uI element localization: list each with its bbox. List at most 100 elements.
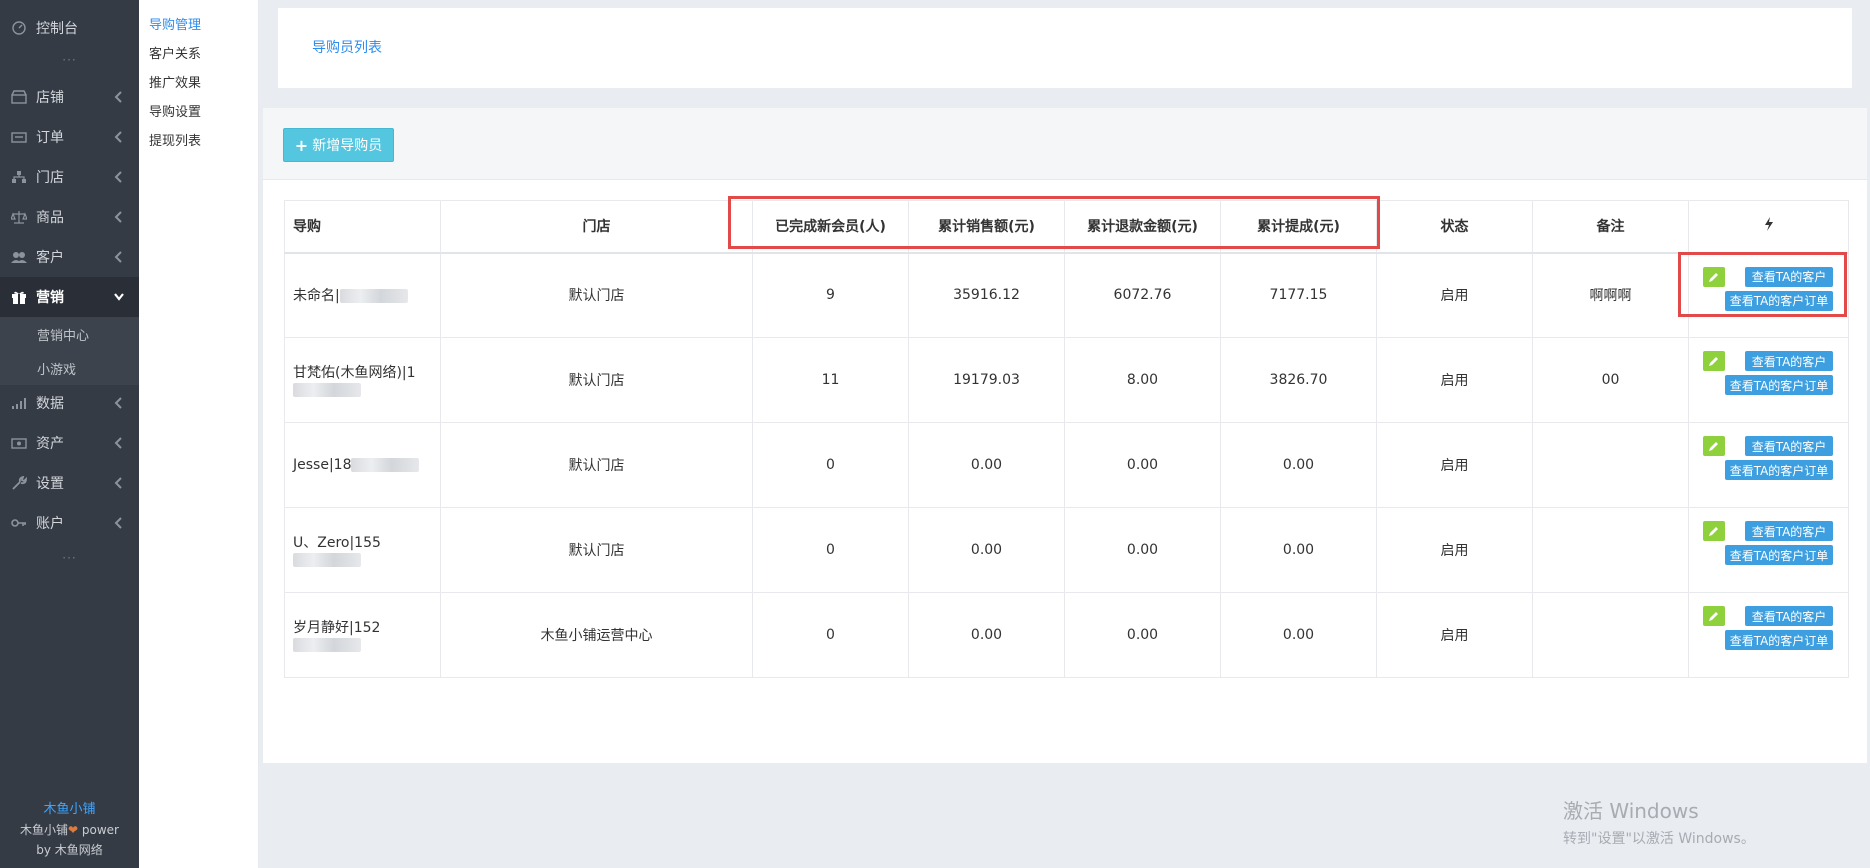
- guide-name-cell: 岁月静好|152: [284, 592, 441, 678]
- sidebar-more-dots[interactable]: ···: [0, 551, 139, 565]
- total-refund-cell: 6072.76: [1064, 252, 1221, 338]
- submenu-item-guide-management[interactable]: 导购管理: [149, 14, 201, 33]
- view-customer-orders-button[interactable]: 查看TA的客户订单: [1725, 630, 1833, 650]
- actions-cell: 查看TA的客户 查看TA的客户订单: [1688, 507, 1849, 593]
- view-customers-button[interactable]: 查看TA的客户: [1745, 436, 1833, 456]
- masked-phone: [293, 553, 361, 567]
- sidebar-item-account[interactable]: 账户: [0, 503, 139, 543]
- edit-button[interactable]: [1703, 436, 1725, 456]
- sidebar-item-data[interactable]: 数据: [0, 383, 139, 423]
- submenu-item-withdraw-list[interactable]: 提现列表: [149, 130, 201, 149]
- new-members-cell: 11: [752, 337, 909, 423]
- view-customers-button[interactable]: 查看TA的客户: [1745, 266, 1833, 287]
- sidebar-item-label: 账户: [36, 516, 64, 532]
- add-guide-label: 新增导购员: [312, 138, 383, 154]
- chevron-left-icon: [114, 211, 122, 223]
- edit-button[interactable]: [1703, 606, 1725, 626]
- sidebar-item-label: 商品: [36, 210, 64, 226]
- sidebar-item-marketing[interactable]: 营销: [0, 277, 139, 317]
- status-cell: 启用: [1376, 507, 1533, 593]
- edit-button[interactable]: [1703, 521, 1725, 541]
- chevron-left-icon: [114, 397, 122, 409]
- column-header-new-members[interactable]: 已完成新会员(人): [752, 200, 909, 254]
- sidebar-subitem-mini-games[interactable]: 小游戏: [0, 351, 139, 385]
- sidebar-item-shop[interactable]: 店铺: [0, 77, 139, 117]
- total-sales-cell: 0.00: [908, 507, 1065, 593]
- actions-cell: 查看TA的客户 查看TA的客户订单: [1688, 592, 1849, 678]
- edit-button[interactable]: [1703, 266, 1725, 287]
- actions-cell: 查看TA的客户 查看TA的客户订单: [1688, 422, 1849, 508]
- tab-guide-list[interactable]: 导购员列表: [312, 37, 382, 57]
- sidebar-item-label: 数据: [36, 396, 64, 412]
- column-header-status[interactable]: 状态: [1376, 200, 1533, 254]
- sidebar-item-assets[interactable]: 资产: [0, 423, 139, 463]
- sidebar-item-dashboard[interactable]: 控制台: [0, 8, 139, 48]
- chevron-left-icon: [114, 91, 122, 103]
- plus-icon: +: [294, 135, 309, 155]
- table-row: 岁月静好|152 木鱼小铺运营中心 0 0.00 0.00 0.00 启用 查看…: [284, 592, 1849, 678]
- guide-name-cell: Jesse|18: [284, 422, 441, 508]
- view-customers-button[interactable]: 查看TA的客户: [1745, 351, 1833, 371]
- column-header-total-refund[interactable]: 累计退款金额(元): [1064, 200, 1221, 254]
- wrench-icon: [10, 474, 28, 492]
- guide-name: 岁月静好|152: [293, 620, 381, 636]
- column-header-total-sales[interactable]: 累计销售额(元): [908, 200, 1065, 254]
- order-icon: [10, 128, 28, 146]
- heart-icon: ❤: [68, 823, 79, 837]
- status-cell: 启用: [1376, 592, 1533, 678]
- panel-toolbar: + 新增导购员: [263, 108, 1867, 180]
- scale-icon: [10, 208, 28, 226]
- store-cell: 默认门店: [440, 422, 753, 508]
- sidebar-item-customer[interactable]: 客户: [0, 237, 139, 277]
- footer-power-text: power: [78, 823, 119, 837]
- guide-name-cell: 未命名|: [284, 252, 441, 338]
- total-commission-cell: 3826.70: [1220, 337, 1377, 423]
- submenu-item-promotion-effect[interactable]: 推广效果: [149, 72, 201, 91]
- main-panel: + 新增导购员 导购 门店 已完成新会员(人) 累计销售额(元) 累计退款金额(…: [263, 108, 1867, 763]
- key-icon: [10, 514, 28, 532]
- view-customers-button[interactable]: 查看TA的客户: [1745, 606, 1833, 626]
- submenu-item-guide-settings[interactable]: 导购设置: [149, 101, 201, 120]
- footer-brand-text: 木鱼小铺: [20, 823, 69, 837]
- chevron-left-icon: [114, 477, 122, 489]
- footer-brand[interactable]: 木鱼小铺: [0, 800, 139, 820]
- pencil-icon: [1709, 612, 1718, 621]
- sidebar-item-label: 订单: [36, 130, 64, 146]
- view-customer-orders-button[interactable]: 查看TA的客户订单: [1725, 460, 1833, 480]
- submenu-item-customer-relations[interactable]: 客户关系: [149, 43, 201, 62]
- sidebar-item-goods[interactable]: 商品: [0, 197, 139, 237]
- lightning-icon: [1764, 217, 1773, 232]
- view-customer-orders-button[interactable]: 查看TA的客户订单: [1725, 290, 1833, 311]
- store-cell: 默认门店: [440, 252, 753, 338]
- masked-phone: [351, 458, 420, 472]
- main-sidebar: 控制台 ··· 店铺 订单 门店 商品 客户 营销 营销中心 小游戏 数据 资产…: [0, 0, 139, 868]
- money-icon: [10, 434, 28, 452]
- add-guide-button[interactable]: + 新增导购员: [283, 128, 394, 162]
- total-sales-cell: 0.00: [908, 592, 1065, 678]
- status-cell: 启用: [1376, 337, 1533, 423]
- column-header-total-commission[interactable]: 累计提成(元): [1220, 200, 1377, 254]
- sidebar-more-dots[interactable]: ···: [0, 53, 139, 67]
- column-header-remark[interactable]: 备注: [1532, 200, 1689, 254]
- chevron-left-icon: [114, 171, 122, 183]
- sidebar-item-settings[interactable]: 设置: [0, 463, 139, 503]
- view-customer-orders-button[interactable]: 查看TA的客户订单: [1725, 375, 1833, 395]
- column-header-guide[interactable]: 导购: [284, 200, 441, 254]
- pencil-icon: [1709, 272, 1718, 282]
- edit-button[interactable]: [1703, 351, 1725, 371]
- view-customer-orders-button[interactable]: 查看TA的客户订单: [1725, 545, 1833, 565]
- sidebar-item-store[interactable]: 门店: [0, 157, 139, 197]
- view-customers-button[interactable]: 查看TA的客户: [1745, 521, 1833, 541]
- total-refund-cell: 0.00: [1064, 592, 1221, 678]
- actions-cell: 查看TA的客户 查看TA的客户订单: [1688, 337, 1849, 423]
- total-commission-cell: 0.00: [1220, 592, 1377, 678]
- new-members-cell: 0: [752, 422, 909, 508]
- guide-name-cell: U、Zero|155: [284, 507, 441, 593]
- column-header-actions: [1688, 200, 1849, 254]
- sidebar-subitem-marketing-center[interactable]: 营销中心: [0, 317, 139, 351]
- sidebar-item-order[interactable]: 订单: [0, 117, 139, 157]
- chevron-left-icon: [114, 131, 122, 143]
- store-cell: 默认门店: [440, 337, 753, 423]
- footer-by-line: by 木鱼网络: [36, 843, 103, 857]
- column-header-store[interactable]: 门店: [440, 200, 753, 254]
